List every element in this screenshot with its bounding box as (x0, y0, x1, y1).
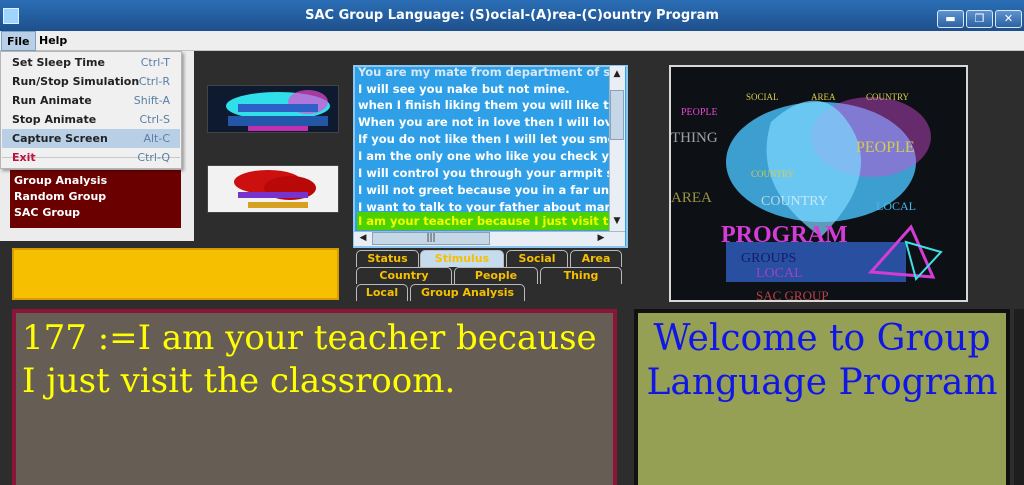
image-word: PEOPLE (681, 107, 718, 118)
vertical-scroll-thumb[interactable] (610, 90, 624, 140)
horizontal-scroll-thumb[interactable]: ||| (372, 232, 490, 245)
image-word: LOCAL (876, 199, 916, 213)
list-item-selected[interactable]: I am your teacher because I just visit t… (357, 212, 612, 230)
menu-item-accelerator: Ctrl-S (139, 113, 170, 126)
list-item-sac-group[interactable]: SAC Group (14, 206, 80, 219)
menu-item-accelerator: Ctrl-T (140, 56, 170, 69)
scroll-right-icon[interactable]: ▶ (594, 231, 608, 246)
window-title: SAC Group Language: (S)ocial-(A)rea-(C)o… (305, 8, 719, 23)
image-word: COUNTRY (761, 194, 828, 209)
image-word: LOCAL (756, 266, 803, 281)
tab-stimulus[interactable]: Stimulus (420, 250, 504, 267)
scroll-left-icon[interactable]: ◀ (356, 231, 370, 246)
close-icon[interactable]: ✕ (995, 10, 1022, 28)
menu-item-set-sleep-time[interactable]: Set Sleep Time Ctrl-T (2, 53, 180, 72)
tab-people[interactable]: People (454, 267, 538, 284)
tab-local[interactable]: Local (356, 284, 408, 301)
restore-icon[interactable]: ❐ (966, 10, 993, 28)
group-type-list[interactable]: Group Analysis Random Group SAC Group (10, 170, 181, 228)
heart-thumbnail-blue (207, 85, 339, 133)
welcome-text: Welcome to Group Language Program (646, 318, 998, 403)
current-sentence-text: 177 :=I am your teacher because I just v… (22, 318, 597, 401)
menu-item-label: Capture Screen (12, 132, 108, 145)
menu-item-accelerator: Ctrl-Q (137, 151, 170, 164)
image-word: SOCIAL (746, 92, 779, 102)
menu-item-label: Run Animate (12, 94, 92, 107)
image-word: COUNTRY (751, 169, 795, 179)
status-color-box (12, 248, 339, 300)
menu-item-label: Exit (12, 151, 36, 164)
scroll-grip-icon: ||| (426, 233, 436, 243)
menu-help[interactable]: Help (34, 31, 72, 51)
tab-status[interactable]: Status (356, 250, 419, 267)
image-word: THING (671, 130, 718, 146)
menu-item-label: Set Sleep Time (12, 56, 105, 69)
welcome-panel: Welcome to Group Language Program (634, 309, 1010, 485)
image-word: AREA (671, 190, 712, 206)
image-word: AREA (811, 92, 836, 102)
image-word: GROUPS (741, 251, 796, 266)
scroll-up-icon[interactable]: ▲ (610, 67, 624, 82)
list-item-group-analysis[interactable]: Group Analysis (14, 174, 107, 187)
menu-item-label: Run/Stop Simulation (12, 75, 140, 88)
menu-item-accelerator: Ctrl-R (138, 75, 170, 88)
image-word: PROGRAM (721, 222, 848, 248)
menu-item-accelerator: Alt-C (143, 132, 170, 145)
tab-country[interactable]: Country (356, 267, 452, 284)
group-heart-image: SOCIAL AREA COUNTRY PEOPLE THING PEOPLE … (669, 65, 968, 302)
menu-file[interactable]: File (1, 31, 36, 51)
image-word: PEOPLE (856, 139, 915, 156)
file-menu-dropdown[interactable]: Set Sleep Time Ctrl-T Run/Stop Simulation… (0, 51, 182, 169)
image-word: COUNTRY (866, 92, 910, 102)
image-word: SAC GROUP (756, 288, 829, 300)
tab-group-analysis[interactable]: Group Analysis (410, 284, 525, 301)
menu-item-run-animate[interactable]: Run Animate Shift-A (2, 91, 180, 110)
menu-item-run-stop-simulation[interactable]: Run/Stop Simulation Ctrl-R (2, 72, 180, 91)
heart-thumbnail-red (207, 165, 339, 213)
menu-item-accelerator: Shift-A (133, 94, 170, 107)
menu-item-stop-animate[interactable]: Stop Animate Ctrl-S (2, 110, 180, 129)
scroll-down-icon[interactable]: ▼ (610, 214, 624, 229)
tab-thing[interactable]: Thing (540, 267, 622, 284)
menu-item-capture-screen[interactable]: Capture Screen Alt-C (2, 129, 180, 148)
menu-item-label: Stop Animate (12, 113, 97, 126)
menu-item-exit[interactable]: Exit Ctrl-Q (2, 148, 180, 167)
list-item-random-group[interactable]: Random Group (14, 190, 106, 203)
right-edge-panel (1014, 309, 1024, 485)
current-sentence-panel: 177 :=I am your teacher because I just v… (12, 309, 617, 485)
menu-bar (0, 31, 1024, 51)
minimize-icon[interactable]: ▬ (937, 10, 964, 28)
tab-area[interactable]: Area (570, 250, 622, 267)
sentence-list[interactable]: You are my mate from department of sci I… (353, 65, 628, 248)
tab-social[interactable]: Social (506, 250, 568, 267)
